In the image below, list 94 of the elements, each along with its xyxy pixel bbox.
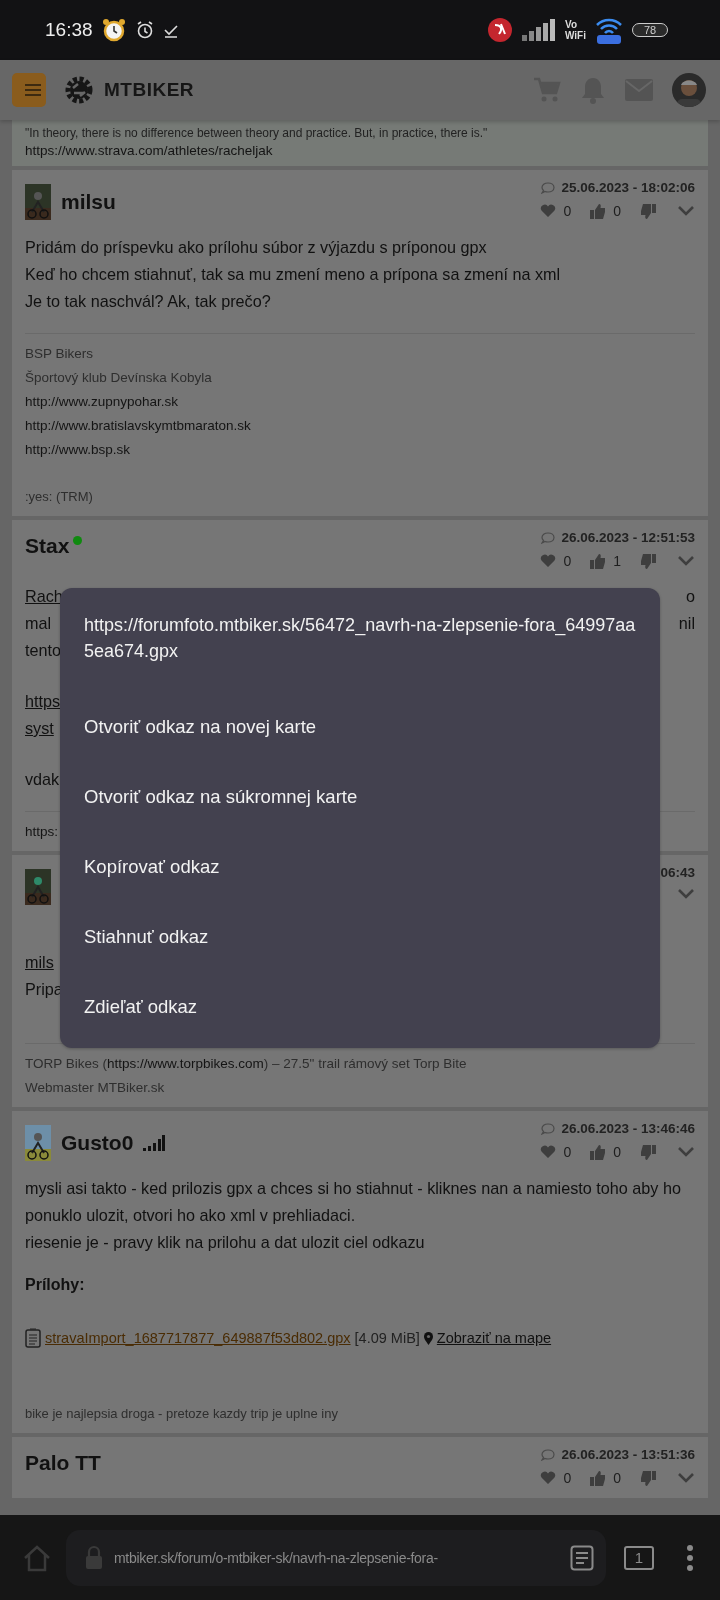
clock-time: 16:38 <box>45 19 93 41</box>
gear-logo-icon <box>64 75 94 105</box>
menu-icon <box>24 83 42 97</box>
comment-icon <box>541 1448 556 1461</box>
post-date: 26.06.2023 - 13:46:46 <box>561 1121 695 1136</box>
signature-text: bike je najlepsia droga - pretoze kazdy trip je uplne iny <box>25 1406 339 1421</box>
wifi-icon <box>594 16 624 44</box>
map-pin-icon <box>423 1331 433 1345</box>
menu-button[interactable] <box>12 73 46 107</box>
heart-icon[interactable] <box>540 204 557 218</box>
post-text: mysli asi takto - ked prilozis gpx a chces si ho stiahnut - kliknes nan a namiesto toho aby ho ponuklo ulozit, otvori ho ako xml v prehliadaci. <box>25 1178 682 1226</box>
post-date: 26.06.2023 - 13:51:36 <box>561 1447 695 1462</box>
chevron-down-icon[interactable] <box>677 1472 695 1484</box>
file-icon <box>25 1328 41 1348</box>
chevron-down-icon[interactable] <box>677 1146 695 1158</box>
post-text: mal <box>25 613 52 634</box>
author-name[interactable]: Stax <box>25 534 70 558</box>
chevron-down-icon[interactable] <box>677 555 695 567</box>
heart-icon[interactable] <box>540 554 557 568</box>
thumbs-up-count: 0 <box>613 1144 621 1160</box>
heart-icon[interactable] <box>540 1145 557 1159</box>
signature-link[interactable]: https://www.torpbikes.com <box>107 1056 264 1071</box>
more-options-icon[interactable] <box>686 1543 694 1572</box>
vowifi-label: Vo <box>565 19 579 30</box>
signature-link[interactable]: https://www.strava.com/athletes/racheljak <box>25 143 695 158</box>
home-icon[interactable] <box>22 1543 52 1572</box>
signature-text: Webmaster MTBiker.sk <box>25 1080 166 1095</box>
post-link[interactable]: syst <box>25 715 54 742</box>
reader-mode-icon[interactable] <box>570 1544 594 1571</box>
thumbs-down-icon[interactable] <box>640 1144 656 1160</box>
thumbs-up-icon[interactable] <box>590 203 607 219</box>
attachment-link[interactable]: stravaImport_1687717877_649887f53d802.gpx <box>45 1330 351 1346</box>
menu-item[interactable]: Kopírovať odkaz <box>84 832 636 902</box>
heart-icon[interactable] <box>540 1471 557 1485</box>
author-name[interactable]: milsu <box>61 190 116 214</box>
post-text: Je to tak naschvál? Ak, tak prečo? <box>25 291 271 312</box>
post-link[interactable]: mils <box>25 949 54 976</box>
post-text: Pridám do príspevku ako prílohu súbor z výjazdu s príponou gpx <box>25 237 487 258</box>
thumbs-down-icon[interactable] <box>640 203 656 219</box>
like-count: 0 <box>563 1470 572 1486</box>
menu-item[interactable]: Otvoriť odkaz na novej karte <box>84 692 636 762</box>
signature-text: Športový klub Devínska Kobyla <box>25 370 213 385</box>
signature-text: BSP Bikers <box>25 346 95 361</box>
address-field[interactable]: mtbiker.sk/forum/o-mtbiker-sk/navrh-na-zlepsenie-fora- <box>66 1529 606 1586</box>
thumbs-down-icon[interactable] <box>640 1470 656 1486</box>
comment-icon <box>541 1122 556 1135</box>
signature-quote: "In theory, there is no difference between theory and practice. But, in practice, there is." <box>25 126 489 140</box>
signature-link[interactable]: http://www.bratislavskymtbmaraton.sk <box>25 418 695 433</box>
thumbs-up-count: 0 <box>613 1470 621 1486</box>
post-text: tento <box>25 640 61 661</box>
like-count: 0 <box>563 1144 572 1160</box>
thumbs-down-icon[interactable] <box>640 553 656 569</box>
lock-icon <box>84 1544 104 1571</box>
thumbs-up-count: 1 <box>613 553 621 569</box>
app-icon <box>487 17 513 43</box>
like-count: 0 <box>563 553 572 569</box>
thumbs-up-icon[interactable] <box>590 1144 607 1160</box>
menu-item[interactable]: Otvoriť odkaz na súkromnej karte <box>84 762 636 832</box>
link-url: https://forumfoto.mtbiker.sk/56472_navrh-na-zlepsenie-fora_64997aa5ea674.gpx <box>84 614 636 663</box>
chevron-down-icon[interactable] <box>677 205 695 217</box>
comment-icon <box>541 181 556 194</box>
signature-link[interactable]: http://www.bsp.sk <box>25 442 695 457</box>
tabs-counter[interactable]: 1 <box>624 1545 654 1570</box>
thumbs-up-icon[interactable] <box>590 553 607 569</box>
check-icon <box>162 22 179 38</box>
author-name[interactable]: Palo TT <box>25 1451 101 1475</box>
post-text: Keď ho chcem stiahnuť, tak sa mu zmení meno a prípona sa zmení na xml <box>25 264 561 285</box>
site-logo[interactable]: MTBIKER <box>104 79 195 101</box>
file-size: [4.09 MiB] <box>354 1330 420 1346</box>
alarm-clock-icon <box>100 17 127 43</box>
post-link[interactable]: https <box>25 688 61 715</box>
signature-text: TORP Bikes (https://www.torpbikes.com) – 27.5" trail rámový set Torp Bite <box>25 1056 468 1071</box>
post-date: 06:43 <box>660 865 695 880</box>
signature-text: :yes: (TRM) <box>25 489 94 504</box>
signature-link[interactable]: http://www.zupnypohar.sk <box>25 394 695 409</box>
post-date: 26.06.2023 - 12:51:53 <box>561 530 695 545</box>
comment-icon <box>541 531 556 544</box>
attachments-heading: Prílohy: <box>25 1276 86 1294</box>
post-text: o <box>686 586 695 607</box>
battery-indicator: 78 <box>632 23 668 37</box>
post-text: vdak <box>25 769 60 790</box>
chevron-down-icon[interactable] <box>677 888 695 900</box>
show-on-map-link[interactable]: Zobraziť na mape <box>436 1330 552 1346</box>
author-name[interactable]: Gusto0 <box>61 1131 134 1155</box>
thumbs-up-count: 0 <box>613 203 621 219</box>
post-date: 25.06.2023 - 18:02:06 <box>561 180 695 195</box>
like-count: 0 <box>563 203 572 219</box>
thumbs-up-icon[interactable] <box>590 1470 607 1486</box>
menu-item[interactable]: Stiahnuť odkaz <box>84 902 636 972</box>
vowifi-label: WiFi <box>565 30 586 41</box>
post-text: riesenie je - pravy klik na prilohu a dat ulozit ciel odkazu <box>25 1232 425 1253</box>
post-text: nil <box>678 613 695 634</box>
menu-item[interactable]: Zdieľať odkaz <box>84 972 636 1042</box>
signal-icon <box>521 19 557 41</box>
